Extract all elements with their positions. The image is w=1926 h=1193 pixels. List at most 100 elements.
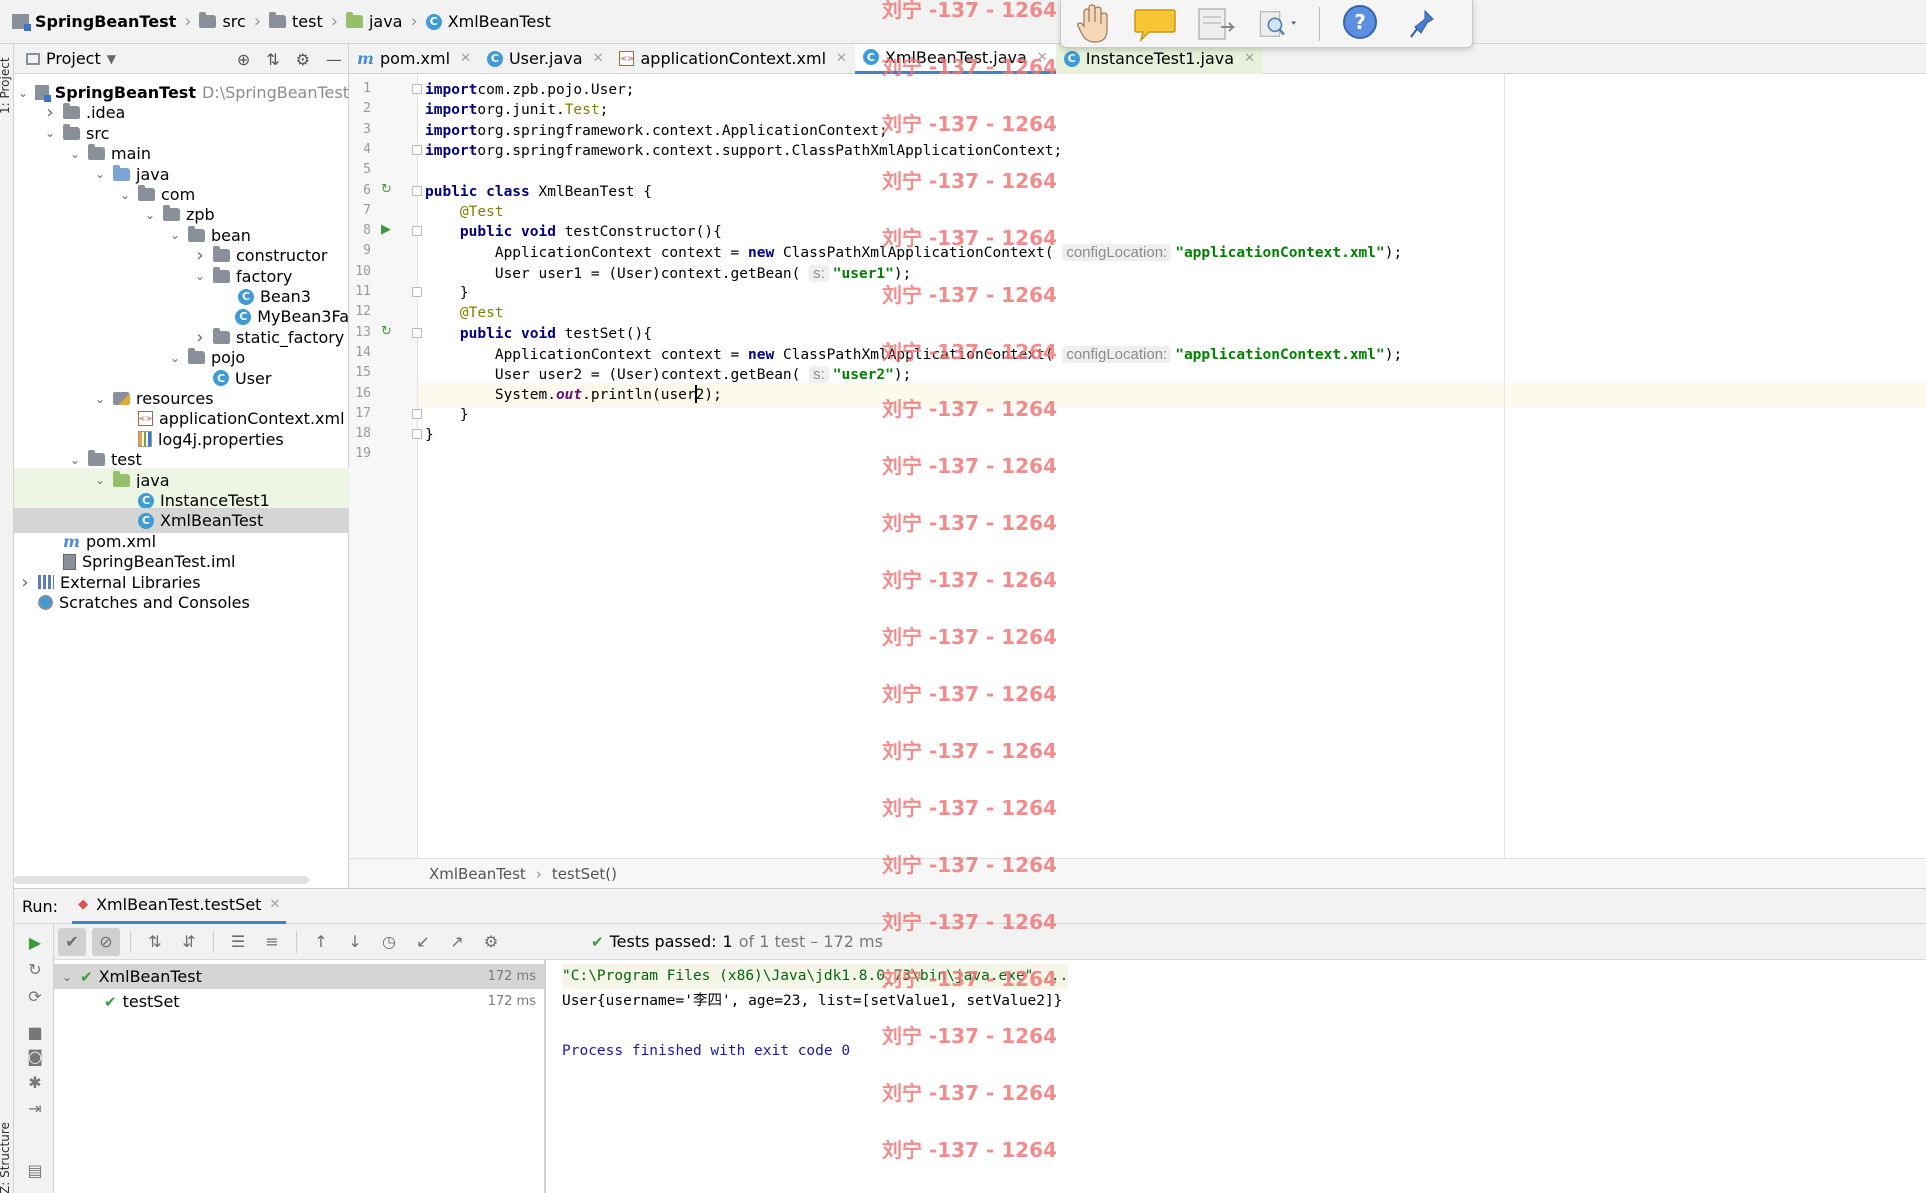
run-test-icon[interactable]: ▶ bbox=[381, 222, 391, 237]
sort-duration-icon[interactable]: ⇵ bbox=[175, 928, 203, 956]
project-view-icon bbox=[26, 52, 40, 65]
editor-tab-user-java[interactable]: C User.java ✕ bbox=[479, 44, 612, 74]
breadcrumb-item[interactable]: test bbox=[261, 12, 331, 31]
breadcrumb-item[interactable]: java bbox=[338, 12, 411, 31]
code-token: ); bbox=[1384, 245, 1403, 262]
close-icon[interactable]: ✕ bbox=[593, 51, 604, 66]
editor-crumb-class[interactable]: XmlBeanTest bbox=[429, 865, 526, 883]
chevron-down-icon[interactable]: ⌄ bbox=[68, 453, 82, 467]
show-ignored-icon[interactable]: ⊘ bbox=[92, 927, 120, 956]
code-editor[interactable]: 1 2 3 4 5 6 7 8 9 10 11 12 13 14 15 16 17 18 19 ↻ ▶ ↻ importc… bbox=[349, 74, 1926, 858]
settings-icon[interactable]: ⚙ bbox=[477, 928, 505, 956]
tree-item-scratches-and-consoles[interactable]: Scratches and Consoles bbox=[14, 590, 349, 615]
chevron-down-icon[interactable]: ⌄ bbox=[193, 269, 207, 283]
import-tests-icon[interactable]: ⇥ bbox=[25, 1098, 45, 1118]
history-icon[interactable]: ◷ bbox=[375, 928, 403, 956]
chevron-down-icon[interactable]: ⌄ bbox=[17, 86, 29, 100]
minimize-icon[interactable]: — bbox=[326, 50, 342, 69]
close-icon[interactable]: ✕ bbox=[269, 897, 280, 912]
close-icon[interactable]: ✕ bbox=[836, 51, 847, 66]
editor-tab-xmlbeantest-java[interactable]: C XmlBeanTest.java ✕ bbox=[854, 43, 1056, 74]
sort-alpha-icon[interactable]: ⇅ bbox=[141, 928, 169, 956]
chevron-down-icon[interactable]: ⌄ bbox=[93, 473, 107, 487]
code-token: } bbox=[425, 285, 469, 301]
code-token: import bbox=[425, 142, 478, 159]
toggle-auto-test-icon[interactable]: ⟳ bbox=[25, 986, 45, 1006]
expand-all-icon[interactable]: ☰ bbox=[224, 928, 252, 956]
tree-item-label: constructor bbox=[236, 246, 328, 266]
project-panel-title[interactable]: Project bbox=[46, 49, 101, 68]
breadcrumb-item[interactable]: SpringBeanTest bbox=[4, 12, 184, 31]
gear-icon[interactable]: ⚙ bbox=[296, 50, 310, 69]
chevron-down-icon[interactable]: ▼ bbox=[107, 52, 116, 66]
fold-marker[interactable] bbox=[412, 408, 422, 419]
editor-tab-label: User.java bbox=[508, 49, 583, 68]
run-test-icon[interactable]: ↻ bbox=[381, 324, 392, 339]
show-passed-icon[interactable]: ✔ bbox=[58, 927, 86, 956]
editor-tab-applicationcontext-xml[interactable]: <> applicationContext.xml ✕ bbox=[611, 44, 854, 74]
chevron-down-icon[interactable]: ⌄ bbox=[168, 228, 182, 242]
stop-icon[interactable]: ■ bbox=[25, 1022, 45, 1042]
run-test-class-icon[interactable]: ↻ bbox=[381, 182, 392, 197]
chevron-down-icon[interactable]: ⌄ bbox=[143, 208, 157, 222]
project-tool-tab[interactable]: 1: Project bbox=[0, 57, 12, 114]
chevron-down-icon[interactable]: ⌄ bbox=[93, 392, 107, 406]
code-token: ); bbox=[1384, 346, 1403, 363]
chevron-down-icon[interactable]: ⌄ bbox=[60, 970, 74, 984]
structure-tool-tab[interactable]: Z: Structure bbox=[0, 1122, 12, 1193]
code-token: "applicationContext.xml" bbox=[1175, 245, 1385, 262]
test-folder-icon bbox=[113, 470, 130, 487]
hand-icon[interactable] bbox=[1071, 3, 1115, 44]
horizontal-scrollbar[interactable] bbox=[14, 876, 309, 884]
test-case-row[interactable]: ✔ testSet 172 ms bbox=[54, 989, 544, 1014]
rerun-icon[interactable]: ▶ bbox=[25, 932, 45, 952]
breadcrumb-item[interactable]: src bbox=[191, 12, 253, 31]
run-tab-label: XmlBeanTest.testSet bbox=[96, 895, 262, 914]
fold-marker[interactable] bbox=[412, 144, 422, 155]
fold-marker[interactable] bbox=[412, 287, 422, 297]
close-icon[interactable]: ✕ bbox=[460, 51, 471, 66]
fold-marker[interactable] bbox=[412, 429, 422, 440]
prev-failed-icon[interactable]: ↑ bbox=[307, 928, 335, 956]
tree-item-label: resources bbox=[136, 389, 214, 408]
layout-icon[interactable]: ▤ bbox=[25, 1160, 45, 1180]
close-icon[interactable]: ✕ bbox=[1244, 51, 1255, 66]
chevron-down-icon[interactable]: ⌄ bbox=[168, 351, 182, 365]
test-suite-row[interactable]: ⌄ ✔ XmlBeanTest 172 ms bbox=[54, 964, 544, 989]
next-failed-icon[interactable]: ↓ bbox=[341, 928, 369, 956]
chevron-down-icon[interactable]: ⌄ bbox=[68, 147, 82, 161]
chevron-down-icon[interactable]: ⌄ bbox=[118, 188, 132, 202]
pin-icon[interactable] bbox=[1400, 4, 1444, 44]
collapse-all-icon[interactable]: ≡ bbox=[258, 928, 286, 956]
collapse-all-icon[interactable]: ⇅ bbox=[266, 50, 279, 69]
import-icon[interactable]: ↙ bbox=[409, 928, 437, 956]
help-icon[interactable]: ? bbox=[1338, 4, 1382, 44]
fold-marker[interactable] bbox=[412, 327, 422, 338]
export-icon[interactable]: ↗ bbox=[443, 928, 471, 956]
chevron-down-icon[interactable]: ⌄ bbox=[93, 167, 107, 181]
breadcrumb-item[interactable]: C XmlBeanTest bbox=[418, 12, 559, 31]
camera-icon[interactable]: ◙ bbox=[25, 1046, 45, 1066]
editor-crumb-method[interactable]: testSet() bbox=[552, 865, 617, 883]
pin-tab-icon[interactable]: ✱ bbox=[25, 1072, 45, 1092]
fold-marker[interactable] bbox=[412, 84, 422, 94]
tree-item-label: test bbox=[111, 450, 142, 470]
rerun-failed-icon[interactable]: ↻ bbox=[25, 959, 45, 979]
chevron-down-icon[interactable]: ⌄ bbox=[43, 126, 57, 140]
fold-marker[interactable] bbox=[412, 226, 422, 237]
locate-icon[interactable]: ⊕ bbox=[237, 50, 250, 69]
code-token: System. bbox=[425, 386, 556, 403]
console-output[interactable]: "C:\Program Files (x86)\Java\jdk1.8.0_73… bbox=[546, 960, 1926, 1193]
run-tab[interactable]: ◆ XmlBeanTest.testSet ✕ bbox=[72, 888, 287, 924]
comment-icon[interactable] bbox=[1133, 4, 1177, 44]
search-document-icon[interactable] bbox=[1257, 4, 1301, 44]
right-margin-guide bbox=[1504, 74, 1505, 858]
navigation-breadcrumb: SpringBeanTest › src › test › java › C XmlBeanTes… bbox=[0, 0, 1926, 44]
code-token: ; bbox=[599, 102, 609, 119]
line-number: 16 bbox=[355, 385, 371, 401]
close-icon[interactable]: ✕ bbox=[1037, 50, 1048, 65]
fold-marker[interactable] bbox=[412, 185, 422, 196]
editor-tab-instancetest1-java[interactable]: C InstanceTest1.java ✕ bbox=[1055, 43, 1263, 74]
editor-tab-pom-xml[interactable]: m pom.xml ✕ bbox=[349, 44, 479, 74]
forward-document-icon[interactable] bbox=[1195, 4, 1239, 44]
